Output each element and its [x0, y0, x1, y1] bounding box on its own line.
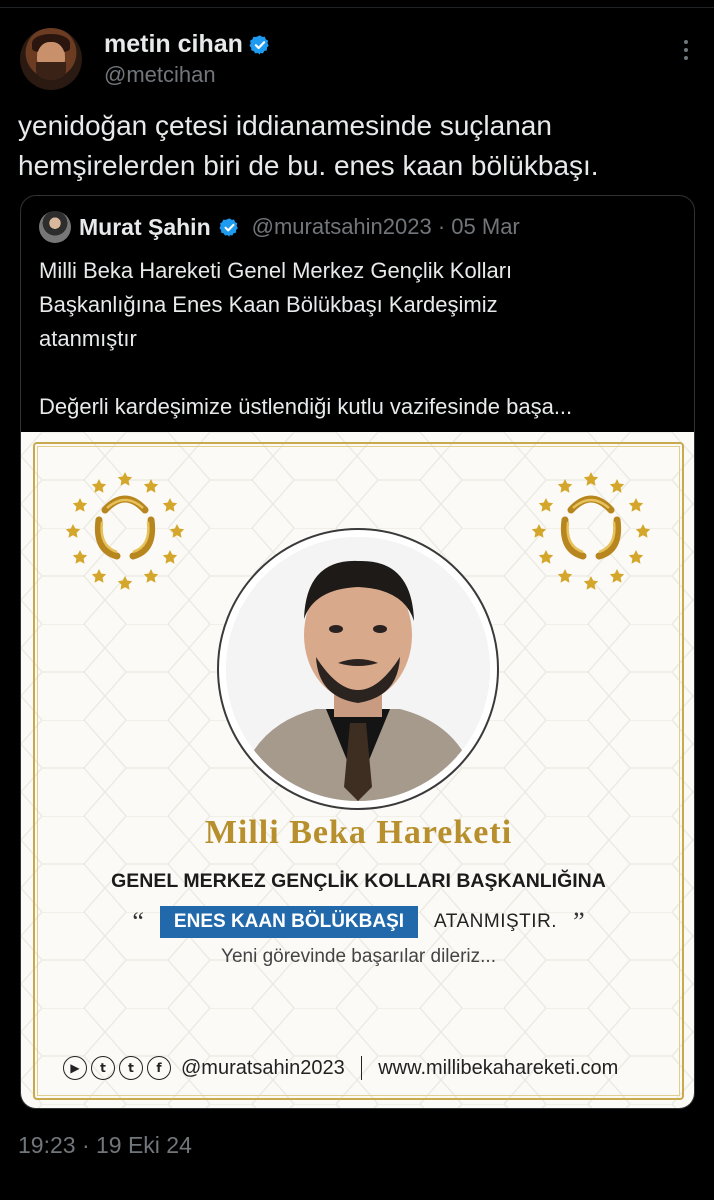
poster-footer: ▶ t t f @muratsahin2023 www.millibekahar… — [63, 1056, 618, 1080]
poster-social-handle: @muratsahin2023 — [181, 1056, 345, 1079]
tweet-text: yenidoğan çetesi iddianamesinde suçlanan… — [18, 106, 698, 186]
quoted-tweet-text: Milli Beka Hareketi Genel Merkez Gençlik… — [39, 254, 679, 424]
tumblr-icon: t — [119, 1056, 143, 1080]
appointed-text: ATANMIŞTIR. — [434, 911, 558, 932]
more-options-icon[interactable] — [674, 40, 698, 64]
poster-image[interactable]: Milli Beka Hareketi GENEL MERKEZ GENÇLİK… — [21, 432, 694, 1108]
poster-wish: Yeni görevinde başarılar dileriz... — [221, 946, 496, 967]
author-avatar[interactable] — [20, 28, 82, 90]
quoted-tweet[interactable]: Murat Şahin @muratsahin2023 · 05 Mar Mil… — [20, 195, 695, 1109]
tweet-text-line: yenidoğan çetesi iddianamesinde suçlanan — [18, 110, 552, 141]
facebook-icon: f — [147, 1056, 171, 1080]
top-divider — [0, 0, 714, 8]
quoted-text-line: Değerli kardeşimize üstlendiği kutlu vaz… — [39, 394, 573, 419]
quoted-author-avatar[interactable] — [39, 211, 71, 243]
star-emblem-icon — [531, 472, 651, 590]
quoted-author-name[interactable]: Murat Şahin — [79, 214, 211, 241]
youtube-icon: ▶ — [63, 1056, 87, 1080]
author-name[interactable]: metin cihan — [104, 30, 243, 59]
verified-badge-icon — [249, 34, 269, 55]
close-quote: ” — [573, 907, 585, 936]
quoted-handle-date: @muratsahin2023 · 05 Mar — [251, 214, 520, 239]
quoted-text-line: atanmıştır — [39, 326, 137, 351]
appointee-name: ENES KAAN BÖLÜKBAŞI — [159, 906, 419, 938]
appointment-line: “ ENES KAAN BÖLÜKBAŞI ATANMIŞTIR. ” — [21, 906, 694, 938]
open-quote: “ — [132, 907, 144, 936]
author-handle[interactable]: @metcihan — [104, 62, 216, 88]
tweet-header: metin cihan @metcihan — [18, 26, 698, 90]
tweet-text-line: hemşirelerden biri de bu. enes kaan bölü… — [18, 150, 599, 181]
quoted-tweet-header: Murat Şahin @muratsahin2023 · 05 Mar — [39, 210, 520, 244]
poster-title: Milli Beka Hareketi — [204, 814, 513, 851]
quoted-text-line: Milli Beka Hareketi Genel Merkez Gençlik… — [39, 258, 513, 283]
poster-subheading: GENEL MERKEZ GENÇLİK KOLLARI BAŞKANLIĞIN… — [111, 870, 606, 892]
poster-website: www.millibekahareketi.com — [378, 1056, 619, 1079]
verified-badge-icon — [219, 217, 238, 237]
footer-divider — [360, 1056, 363, 1080]
twitter-icon: t — [91, 1056, 115, 1080]
portrait-photo — [226, 537, 490, 801]
quoted-text-line: Başkanlığına Enes Kaan Bölükbaşı Kardeşi… — [39, 292, 498, 317]
author-name-row: metin cihan — [104, 30, 271, 59]
tweet-timestamp[interactable]: 19:23 · 19 Eki 24 — [18, 1132, 192, 1159]
star-emblem-icon — [65, 472, 185, 590]
